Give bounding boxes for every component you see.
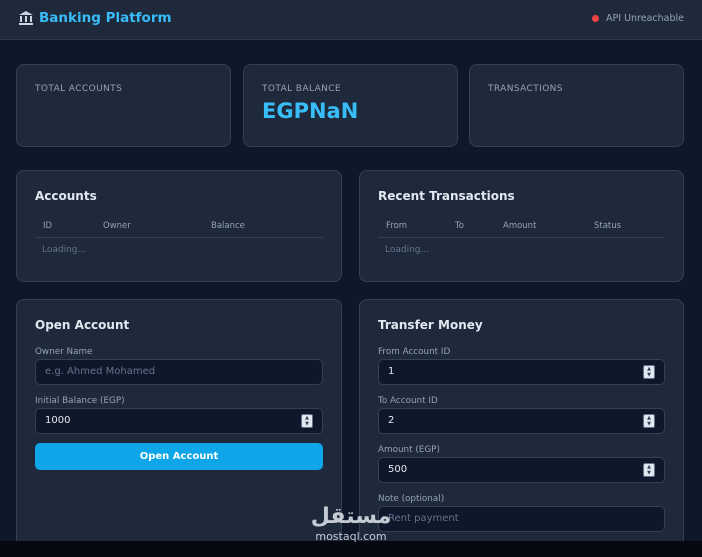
api-status-text: API Unreachable (606, 13, 684, 24)
from-account-label: From Account ID (378, 347, 451, 357)
stat-label: TRANSACTIONS (488, 84, 563, 94)
transfer-money-title: Transfer Money (378, 318, 483, 332)
accounts-title: Accounts (35, 189, 97, 203)
accounts-table-header: ID Owner Balance (35, 219, 323, 238)
column-header[interactable]: ID (43, 221, 52, 231)
app-title: Banking Platform (39, 10, 172, 26)
initial-balance-label: Initial Balance (EGP) (35, 396, 125, 406)
column-header[interactable]: Amount (503, 221, 536, 231)
to-account-label: To Account ID (378, 396, 438, 406)
accounts-card: Accounts ID Owner Balance Loading... (16, 170, 342, 282)
bottom-strip (0, 541, 702, 557)
brand[interactable]: Banking Platform (18, 10, 172, 26)
open-account-card: Open Account Owner Name e.g. Ahmed Moham… (16, 299, 342, 557)
stat-card-transactions: TRANSACTIONS (469, 64, 684, 147)
number-spinner-icon[interactable]: ▲ ▼ (643, 463, 655, 477)
stat-card-total-balance: TOTAL BALANCE EGPNaN (243, 64, 458, 147)
number-spinner-icon[interactable]: ▲ ▼ (643, 365, 655, 379)
open-account-button[interactable]: Open Account (35, 443, 323, 470)
to-account-value: 2 (388, 415, 395, 426)
amount-input[interactable]: 500 ▲ ▼ (378, 457, 665, 483)
number-spinner-icon[interactable]: ▲ ▼ (643, 414, 655, 428)
amount-value: 500 (388, 464, 408, 475)
transactions-card: Recent Transactions From To Amount Statu… (359, 170, 684, 282)
initial-balance-input[interactable]: 1000 ▲ ▼ (35, 408, 323, 434)
top-bar: Banking Platform API Unreachable (0, 0, 702, 40)
number-spinner-icon[interactable]: ▲ ▼ (301, 414, 313, 428)
owner-name-label: Owner Name (35, 347, 93, 357)
note-input[interactable]: Rent payment (378, 506, 665, 532)
amount-label: Amount (EGP) (378, 445, 440, 455)
watermark: مستقل mostaql.com (308, 503, 394, 543)
column-header[interactable]: To (455, 221, 464, 231)
transactions-table-header: From To Amount Status (378, 219, 665, 238)
accounts-loading: Loading... (42, 245, 87, 255)
transfer-money-card: Transfer Money From Account ID 1 ▲ ▼ To A… (359, 299, 684, 557)
bank-icon (18, 10, 34, 26)
column-header[interactable]: Status (594, 221, 621, 231)
column-header[interactable]: Balance (211, 221, 245, 231)
watermark-latin: mostaql.com (315, 530, 387, 543)
to-account-input[interactable]: 2 ▲ ▼ (378, 408, 665, 434)
column-header[interactable]: From (386, 221, 407, 231)
status-dot-icon (592, 15, 600, 22)
from-account-input[interactable]: 1 ▲ ▼ (378, 359, 665, 385)
open-account-title: Open Account (35, 318, 130, 332)
api-status: API Unreachable (592, 13, 684, 24)
watermark-arabic: مستقل (310, 504, 392, 529)
transactions-title: Recent Transactions (378, 189, 515, 203)
stat-label: TOTAL ACCOUNTS (35, 84, 123, 94)
from-account-value: 1 (388, 366, 395, 377)
initial-balance-value: 1000 (45, 415, 71, 426)
column-header[interactable]: Owner (103, 221, 131, 231)
transactions-loading: Loading... (385, 245, 430, 255)
owner-name-input[interactable]: e.g. Ahmed Mohamed (35, 359, 323, 385)
stat-value: EGPNaN (262, 99, 359, 123)
stat-label: TOTAL BALANCE (262, 84, 342, 94)
stat-card-total-accounts: TOTAL ACCOUNTS (16, 64, 231, 147)
